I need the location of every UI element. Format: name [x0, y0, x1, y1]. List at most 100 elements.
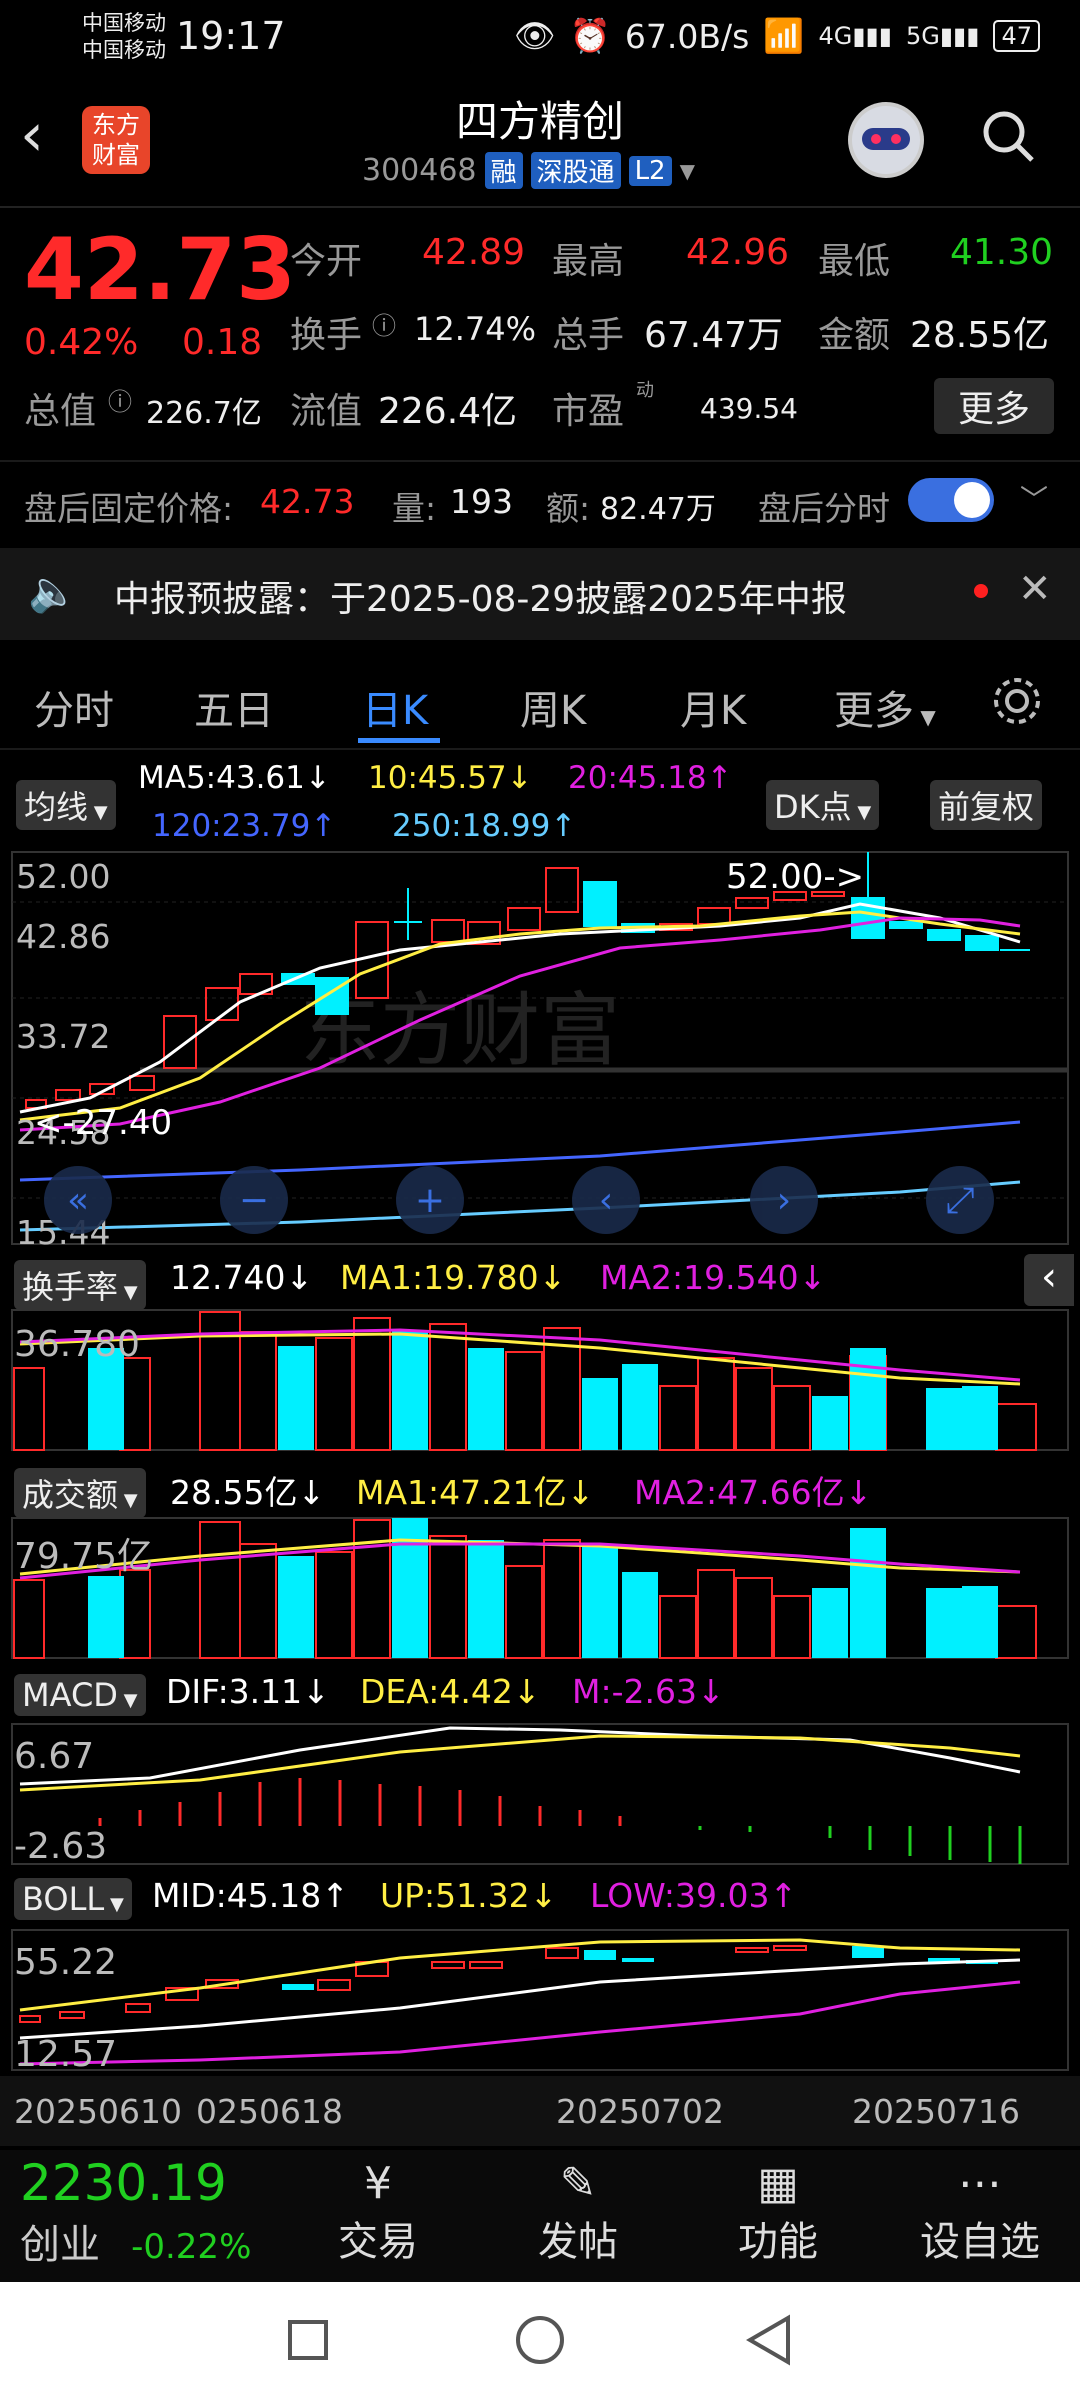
index-pct: -0.22%: [131, 2227, 252, 2267]
amount-ind-value: 28.55亿↓: [170, 1473, 326, 1512]
signal-icon: 4G▮▮▮: [818, 22, 892, 50]
notice-text: 中报预披露：于2025-08-29披露2025年中报: [114, 579, 847, 620]
svg-text:+: +: [415, 1180, 445, 1221]
dk-point-button[interactable]: DK点 ▼: [766, 780, 880, 830]
afterhours-amt-label: 额:: [546, 489, 591, 528]
chevron-down-icon: ▼: [679, 158, 695, 183]
stock-code-row[interactable]: 300468 融 深股通 L2 ▼: [362, 152, 695, 189]
turnover-ind-value: 12.740↓: [170, 1258, 314, 1297]
signal-icon: 5G▮▮▮: [905, 22, 980, 50]
afterhours-label: 盘后固定价格:: [24, 489, 234, 528]
amount-label: 金额: [818, 315, 891, 356]
afterhours-price: 42.73: [260, 482, 355, 521]
assistant-robot-icon[interactable]: [848, 102, 924, 178]
tab-daily-k[interactable]: 日K: [362, 678, 428, 736]
svg-text:−: −: [239, 1180, 269, 1221]
svg-text:⤢: ⤢: [946, 1180, 975, 1221]
connect-tag: 深股通: [530, 152, 621, 189]
afterhours-amt: 82.47万: [600, 492, 716, 527]
date-label: 0250618: [196, 2092, 343, 2131]
open-label: 今开: [290, 241, 363, 282]
amount-chart: 79.75亿: [11, 1517, 1069, 1659]
axis-label: -2.63: [14, 1826, 107, 1866]
mcap-value: 226.7亿: [146, 396, 262, 431]
date-axis: 20250610 0250618 20250702 20250716: [0, 2076, 1080, 2146]
tab-intraday[interactable]: 分时: [34, 678, 114, 736]
turnover-value: 12.74%: [414, 310, 537, 348]
date-label: 20250610: [14, 2092, 182, 2131]
index-value: 2230.19: [20, 2154, 227, 2212]
macd-chart: 6.67 -2.63: [11, 1723, 1069, 1866]
open-value: 42.89: [422, 232, 526, 273]
alarm-icon: ⏰: [569, 16, 611, 55]
tab-more[interactable]: 更多 ▼: [834, 678, 936, 736]
function-tab[interactable]: ▦ 功能: [728, 2158, 828, 2267]
amount-ma1: MA1:47.21亿↓: [356, 1473, 595, 1512]
more-button[interactable]: 更多: [934, 378, 1055, 434]
close-icon[interactable]: ✕: [1018, 566, 1052, 612]
macd-dif: DIF:3.11↓: [166, 1672, 330, 1711]
low-value: 41.30: [950, 232, 1054, 273]
system-nav: [0, 2282, 1080, 2400]
status-bar: 中国移动 中国移动 19:17 👁 ⏰ 67.0B/s 📶 4G▮▮▮ 5G▮▮▮…: [0, 0, 1080, 75]
ma120-label: 120:23.79↑: [152, 808, 337, 844]
gear-icon[interactable]: [990, 674, 1044, 728]
eye-icon: 👁: [513, 16, 556, 55]
level2-tag: L2: [628, 155, 672, 186]
grid-icon: ▦: [757, 2158, 799, 2209]
kline-chart[interactable]: 东方财富 52.00 42.86 33.72 24.58 52.00-> <-2…: [0, 848, 1080, 1248]
battery-icon: 47: [993, 20, 1040, 52]
ma5-label: MA5:43.61↓: [138, 760, 331, 796]
turnover-ma2: MA2:19.540↓: [600, 1258, 827, 1297]
ma10-label: 10:45.57↓: [368, 760, 533, 796]
axis-label: 12.57: [14, 2034, 117, 2072]
info-icon[interactable]: ⓘ: [372, 306, 396, 341]
trade-tab[interactable]: ¥ 交易: [328, 2158, 428, 2267]
amount-value: 28.55亿: [910, 315, 1050, 356]
tab-five-day[interactable]: 五日: [194, 678, 274, 736]
high-value: 42.96: [686, 232, 790, 273]
tab-weekly-k[interactable]: 周K: [520, 678, 586, 736]
macd-selector[interactable]: MACD ▼: [14, 1674, 146, 1716]
back-icon[interactable]: [744, 2314, 794, 2366]
turnover-selector[interactable]: 换手率 ▼: [14, 1260, 146, 1310]
yen-icon: ¥: [364, 2158, 392, 2209]
low-marker: <-27.40: [34, 1103, 172, 1143]
axis-label: 36.780: [14, 1324, 140, 1365]
boll-selector[interactable]: BOLL ▼: [14, 1878, 132, 1920]
axis-label: 33.72: [16, 1017, 110, 1056]
bottom-nav: 2230.19 创业 -0.22% ¥ 交易 ✎ 发帖 ▦ 功能 ⋯ 设自选: [0, 2150, 1080, 2282]
post-tab[interactable]: ✎ 发帖: [528, 2158, 628, 2267]
boll-chart: 55.22 12.57: [11, 1929, 1069, 2072]
clock: 19:17: [176, 14, 286, 58]
info-icon[interactable]: ⓘ: [108, 382, 132, 417]
price-change: 0.18: [182, 322, 263, 363]
more-dots-icon: ⋯: [958, 2158, 1002, 2209]
date-label: 20250716: [852, 2092, 1020, 2131]
notice-bar[interactable]: 🔈 中报预披露：于2025-08-29披露2025年中报 ✕: [0, 548, 1080, 640]
chevron-down-icon[interactable]: ﹀: [1020, 478, 1048, 518]
active-tab-indicator: [358, 738, 440, 743]
ma-selector[interactable]: 均线 ▼: [16, 780, 116, 830]
volume-value: 67.47万: [644, 315, 784, 356]
boll-mid: MID:45.18↑: [152, 1876, 349, 1915]
recent-apps-icon[interactable]: [288, 2320, 328, 2360]
low-label: 最低: [818, 241, 891, 282]
adjust-button[interactable]: 前复权: [930, 780, 1043, 830]
amount-selector[interactable]: 成交额 ▼: [14, 1468, 146, 1518]
afterhours-toggle[interactable]: [908, 478, 994, 522]
macd-dea: DEA:4.42↓: [360, 1672, 541, 1711]
svg-text:‹: ‹: [599, 1180, 613, 1221]
watchlist-tab[interactable]: ⋯ 设自选: [910, 2158, 1050, 2267]
collapse-panel-icon[interactable]: ‹: [1024, 1254, 1074, 1306]
tab-monthly-k[interactable]: 月K: [680, 678, 746, 736]
turnover-ma1: MA1:19.780↓: [340, 1258, 567, 1297]
pe-label: 市盈: [552, 391, 625, 432]
index-name: 创业: [20, 2222, 100, 2268]
afterhours-toggle-label: 盘后分时: [758, 489, 890, 528]
ma250-label: 250:18.99↑: [392, 808, 577, 844]
index-widget[interactable]: 2230.19 创业 -0.22%: [20, 2154, 251, 2270]
ma20-label: 20:45.18↑: [568, 760, 733, 796]
home-icon[interactable]: [516, 2316, 564, 2364]
search-icon[interactable]: [980, 108, 1036, 164]
